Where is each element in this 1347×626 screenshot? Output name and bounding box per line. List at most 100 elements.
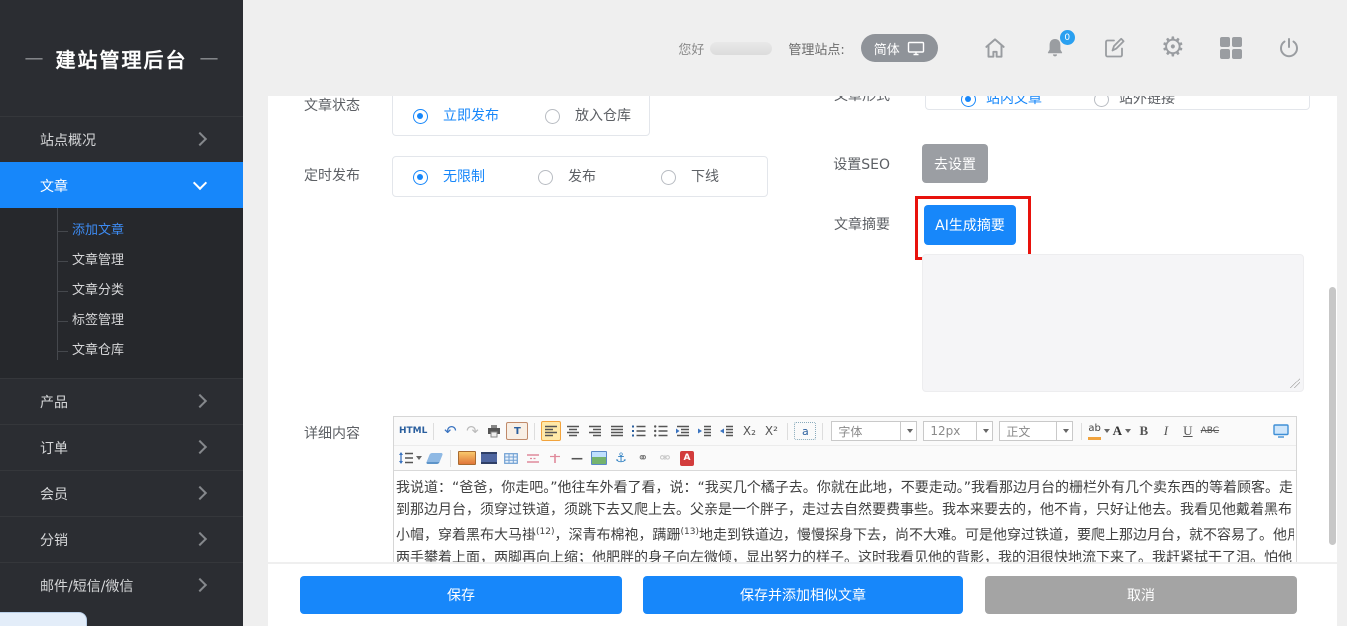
editor-content[interactable]: 我说道：“爸爸，你走吧。”他往车外看了看，说：“我买几个橘子去。你就在此地，不要…	[394, 471, 1296, 562]
font-size-select[interactable]: 12px	[923, 421, 993, 441]
print-icon[interactable]	[484, 421, 504, 441]
align-left-icon[interactable]	[541, 421, 561, 441]
title-dash-left: —	[25, 47, 44, 69]
settings-gear-icon[interactable]: ⚙	[1161, 36, 1185, 60]
bold-icon[interactable]: B	[1134, 421, 1154, 441]
italic-icon[interactable]: I	[1156, 421, 1176, 441]
radio-publish-label[interactable]: 发布	[568, 167, 596, 187]
radio-offline-label[interactable]: 下线	[691, 167, 719, 187]
unlink-icon[interactable]: ⚮	[655, 448, 675, 468]
save-and-add-similar-button[interactable]: 保存并添加相似文章	[643, 576, 963, 614]
align-center-icon[interactable]	[563, 421, 583, 441]
outdent-icon[interactable]	[717, 421, 737, 441]
redo-icon[interactable]: ↷	[462, 421, 482, 441]
highlight-color-icon[interactable]: ab	[1088, 421, 1109, 441]
radio-publish-now-label[interactable]: 立即发布	[443, 106, 499, 126]
articles-submenu: 添加文章 文章管理 文章分类 标签管理 文章仓库	[0, 208, 243, 378]
editor-text-line: 我说道：“爸爸，你走吧。”他往车外看了看，说：“我买几个橘子去。你就在此地，不要…	[396, 477, 1294, 499]
topbar: 您好 管理站点: 简体 0	[243, 0, 1347, 96]
pdf-attach-icon[interactable]: A	[677, 448, 697, 468]
ordered-list-icon[interactable]	[629, 421, 649, 441]
resize-handle[interactable]	[1290, 378, 1300, 388]
seo-setup-button[interactable]: 去设置	[922, 144, 988, 183]
sidebar-subitem-article-category[interactable]: 文章分类	[0, 276, 243, 306]
save-button[interactable]: 保存	[300, 576, 622, 614]
sidebar-item-members[interactable]: 会员	[0, 470, 243, 516]
home-icon[interactable]	[982, 35, 1008, 61]
sidebar-subitem-article-warehouse[interactable]: 文章仓库	[0, 336, 243, 366]
text-indent-icon[interactable]	[673, 421, 693, 441]
underline-icon[interactable]: U	[1178, 421, 1198, 441]
link-icon[interactable]: ⚭	[633, 448, 653, 468]
insert-video-icon[interactable]	[479, 448, 499, 468]
article-form-panel: 文章状态 立即发布 放入仓库 定时发布 无限制 发布 下线 文章形式 站内文章 …	[268, 96, 1337, 562]
ai-generate-summary-button[interactable]: AI生成摘要	[924, 205, 1016, 245]
fullscreen-icon[interactable]	[1271, 421, 1291, 441]
radio-internal-article-label[interactable]: 站内文章	[986, 96, 1042, 109]
superscript-icon[interactable]: X²	[761, 421, 781, 441]
align-right-icon[interactable]	[585, 421, 605, 441]
page-break-icon[interactable]	[523, 448, 543, 468]
radio-external-link-label[interactable]: 站外链接	[1119, 96, 1175, 109]
apps-grid-icon[interactable]	[1220, 37, 1242, 59]
undo-icon[interactable]: ↶	[440, 421, 460, 441]
char-border-icon[interactable]: a	[794, 422, 816, 440]
html-source-button[interactable]: HTML	[399, 421, 427, 441]
radio-offline[interactable]	[661, 170, 676, 185]
font-family-select[interactable]: 字体	[831, 421, 917, 441]
radio-internal-article[interactable]	[961, 96, 976, 107]
subscript-icon[interactable]: X₂	[739, 421, 759, 441]
sidebar-item-mail-sms-wechat[interactable]: 邮件/短信/微信	[0, 562, 243, 608]
align-justify-icon[interactable]	[607, 421, 627, 441]
strikethrough-icon[interactable]: ABC	[1200, 421, 1220, 441]
radio-external-link[interactable]	[1094, 96, 1109, 107]
radio-publish[interactable]	[538, 170, 553, 185]
paragraph-format-select[interactable]: 正文	[999, 421, 1073, 441]
unordered-list-icon[interactable]	[651, 421, 671, 441]
radio-to-warehouse-label[interactable]: 放入仓库	[575, 106, 631, 126]
horizontal-rule-icon[interactable]: —	[567, 448, 587, 468]
column-break-icon[interactable]	[545, 448, 565, 468]
monitor-icon	[907, 41, 925, 56]
insert-image-icon[interactable]	[457, 448, 477, 468]
sidebar-subitem-article-manage[interactable]: 文章管理	[0, 246, 243, 276]
editor-text-line: 两手攀着上面，两脚再向上缩；他肥胖的身子向左微倾，显出努力的样子。这时我看见他的…	[396, 547, 1294, 562]
sidebar-item-orders[interactable]: 订单	[0, 424, 243, 470]
insert-table-icon[interactable]	[501, 448, 521, 468]
rich-text-editor: HTML ↶ ↷ T	[393, 416, 1297, 562]
sidebar-subitem-add-article[interactable]: 添加文章	[0, 216, 243, 246]
summary-textarea[interactable]	[922, 254, 1304, 392]
article-type-group: 站内文章 站外链接	[925, 96, 1310, 110]
scrollbar-thumb[interactable]	[1329, 287, 1336, 545]
cancel-button[interactable]: 取消	[985, 576, 1297, 614]
sidebar-item-label: 分销	[40, 530, 68, 550]
radio-no-limit[interactable]	[413, 170, 428, 185]
sidebar-item-products[interactable]: 产品	[0, 378, 243, 424]
radio-to-warehouse[interactable]	[545, 109, 560, 124]
timing-group: 无限制 发布 下线	[392, 156, 768, 197]
sidebar-item-label: 站点概况	[40, 130, 96, 150]
paste-as-text-icon[interactable]: T	[506, 422, 528, 440]
app-title: — 建站管理后台 —	[0, 0, 243, 116]
sidebar-item-site-overview[interactable]: 站点概况	[0, 116, 243, 162]
radio-publish-now[interactable]	[413, 109, 428, 124]
sidebar-item-articles[interactable]: 文章	[0, 162, 243, 208]
language-label: 简体	[874, 39, 900, 58]
logout-power-icon[interactable]	[1277, 36, 1301, 60]
indent-icon[interactable]	[695, 421, 715, 441]
font-color-icon[interactable]: A	[1112, 421, 1132, 441]
language-switch-button[interactable]: 简体	[861, 34, 938, 62]
notifications-bell-icon[interactable]: 0	[1043, 36, 1067, 60]
format-eraser-icon[interactable]	[424, 448, 444, 468]
sidebar-subitem-tag-manage[interactable]: 标签管理	[0, 306, 243, 336]
sidebar-item-label: 会员	[40, 484, 68, 504]
radio-no-limit-label[interactable]: 无限制	[443, 167, 485, 187]
editor-text-line: 小帽，穿着黑布大马褂(12)，深青布棉袍，蹒跚(13)地走到铁道边，慢慢探身下去…	[396, 521, 1294, 547]
insert-map-icon[interactable]	[589, 448, 609, 468]
sidebar-item-distribution[interactable]: 分销	[0, 516, 243, 562]
action-bar: 保存 保存并添加相似文章 取消	[268, 564, 1337, 626]
edit-post-icon[interactable]	[1102, 36, 1126, 60]
line-height-icon[interactable]	[399, 448, 422, 468]
greeting-text: 您好	[678, 39, 704, 58]
anchor-icon[interactable]: ⚓	[611, 448, 631, 468]
